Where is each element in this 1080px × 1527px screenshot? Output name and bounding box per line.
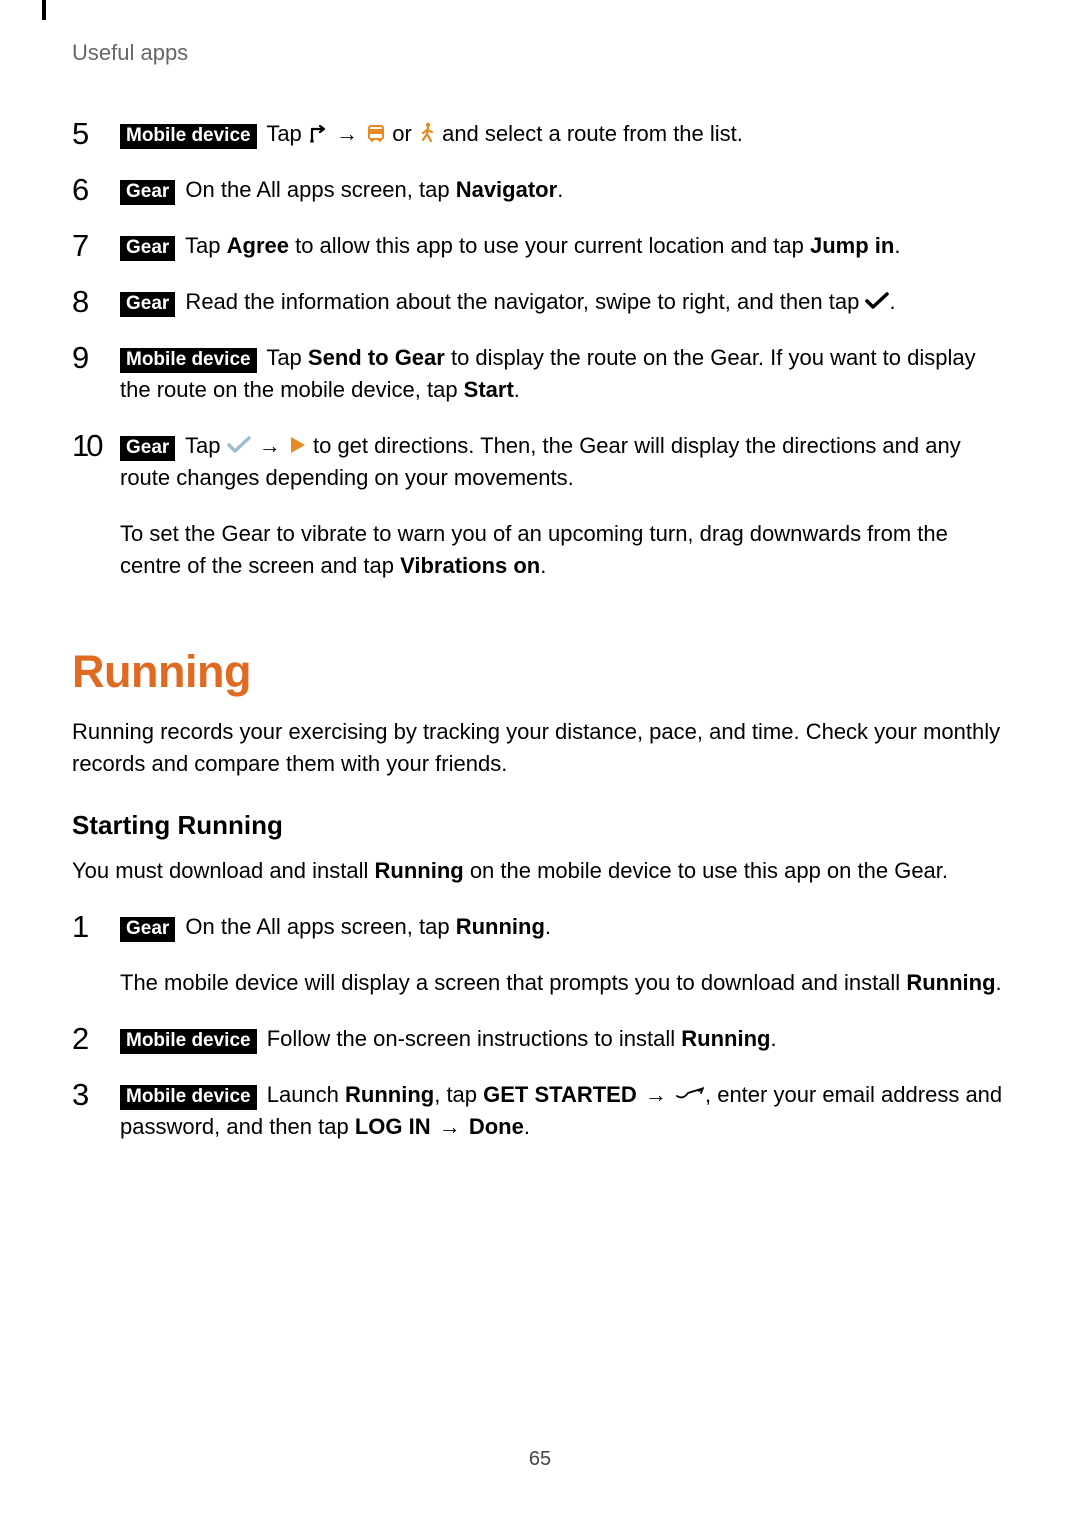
- starting-running-subhead: Starting Running: [72, 810, 1008, 841]
- step-number: 6: [72, 174, 120, 206]
- step-body: Mobile device Tap → or and select a rout…: [120, 118, 1008, 150]
- step-body: Gear On the All apps screen, tap Navigat…: [120, 174, 1008, 206]
- checkmark-icon: [865, 292, 889, 310]
- text: to allow this app to use your current lo…: [289, 233, 810, 258]
- play-icon: [289, 435, 307, 455]
- arrow-right: →: [336, 118, 358, 150]
- step-body: Mobile device Follow the on-screen instr…: [120, 1023, 1008, 1055]
- walking-person-icon: [418, 122, 436, 144]
- route-icon: [308, 123, 328, 143]
- text: Tap: [179, 433, 226, 458]
- gear-badge: Gear: [120, 436, 175, 461]
- mobile-device-badge: Mobile device: [120, 1085, 257, 1110]
- gear-badge: Gear: [120, 236, 175, 261]
- vibrations-on-label: Vibrations on: [400, 553, 540, 578]
- swoosh-check-icon: [675, 1086, 705, 1102]
- text: The mobile device will display a screen …: [120, 970, 906, 995]
- text: , tap: [434, 1082, 483, 1107]
- step-8: 8 Gear Read the information about the na…: [72, 286, 1008, 318]
- content-area: 5 Mobile device Tap → or and select a ro…: [72, 118, 1008, 1143]
- step-number: 9: [72, 342, 120, 374]
- navigator-label: Navigator: [456, 177, 557, 202]
- step-number: 2: [72, 1023, 120, 1055]
- gear-badge: Gear: [120, 917, 175, 942]
- step-body: Gear On the All apps screen, tap Running…: [120, 911, 1008, 943]
- running-label: Running: [906, 970, 995, 995]
- running-must-install: You must download and install Running on…: [72, 855, 1008, 887]
- text: on the mobile device to use this app on …: [464, 858, 948, 883]
- text: .: [514, 377, 520, 402]
- text: .: [540, 553, 546, 578]
- text: .: [524, 1114, 530, 1139]
- step-number: 10: [72, 430, 120, 462]
- arrow-right: →: [439, 1111, 461, 1143]
- running-label: Running: [375, 858, 464, 883]
- running-step-2: 2 Mobile device Follow the on-screen ins…: [72, 1023, 1008, 1055]
- running-step-1: 1 Gear On the All apps screen, tap Runni…: [72, 911, 1008, 943]
- text: Read the information about the navigator…: [179, 289, 865, 314]
- jump-in-label: Jump in: [810, 233, 894, 258]
- text: Tap: [261, 121, 308, 146]
- step-10-followup: To set the Gear to vibrate to warn you o…: [120, 518, 1008, 582]
- step-6: 6 Gear On the All apps screen, tap Navig…: [72, 174, 1008, 206]
- step-5: 5 Mobile device Tap → or and select a ro…: [72, 118, 1008, 150]
- text: .: [770, 1026, 776, 1051]
- step-10: 10 Gear Tap → to get directions. Then, t…: [72, 430, 1008, 494]
- running-step-3: 3 Mobile device Launch Running, tap GET …: [72, 1079, 1008, 1143]
- running-label: Running: [681, 1026, 770, 1051]
- text: .: [996, 970, 1002, 995]
- step-number: 3: [72, 1079, 120, 1111]
- text: Tap: [261, 345, 308, 370]
- mobile-device-badge: Mobile device: [120, 124, 257, 149]
- step-9: 9 Mobile device Tap Send to Gear to disp…: [72, 342, 1008, 406]
- gear-badge: Gear: [120, 180, 175, 205]
- step-body: Mobile device Launch Running, tap GET ST…: [120, 1079, 1008, 1143]
- running-intro: Running records your exercising by track…: [72, 716, 1008, 780]
- checkmark-blue-icon: [227, 436, 251, 454]
- step-number: 5: [72, 118, 120, 150]
- running-label: Running: [456, 914, 545, 939]
- running-step-1-followup: The mobile device will display a screen …: [120, 967, 1008, 999]
- send-to-gear-label: Send to Gear: [308, 345, 445, 370]
- step-body: Gear Tap Agree to allow this app to use …: [120, 230, 1008, 262]
- text: You must download and install: [72, 858, 375, 883]
- bus-icon: [366, 123, 386, 143]
- step-body: Mobile device Tap Send to Gear to displa…: [120, 342, 1008, 406]
- page: Useful apps 5 Mobile device Tap → or and…: [0, 0, 1080, 1527]
- text: On the All apps screen, tap: [179, 177, 455, 202]
- text: .: [889, 289, 895, 314]
- done-label: Done: [469, 1114, 524, 1139]
- text: Tap: [179, 233, 226, 258]
- step-number: 8: [72, 286, 120, 318]
- running-heading: Running: [72, 646, 1008, 698]
- header-border-accent: [42, 0, 46, 20]
- page-number: 65: [0, 1448, 1080, 1471]
- agree-label: Agree: [227, 233, 289, 258]
- text: .: [894, 233, 900, 258]
- mobile-device-badge: Mobile device: [120, 348, 257, 373]
- log-in-label: LOG IN: [355, 1114, 431, 1139]
- text: or: [386, 121, 418, 146]
- step-7: 7 Gear Tap Agree to allow this app to us…: [72, 230, 1008, 262]
- running-label: Running: [345, 1082, 434, 1107]
- step-body: Gear Tap → to get directions. Then, the …: [120, 430, 1008, 494]
- gear-badge: Gear: [120, 292, 175, 317]
- text: and select a route from the list.: [436, 121, 743, 146]
- page-section-header: Useful apps: [72, 40, 188, 66]
- step-number: 7: [72, 230, 120, 262]
- arrow-right: →: [645, 1079, 667, 1111]
- start-label: Start: [464, 377, 514, 402]
- step-body: Gear Read the information about the navi…: [120, 286, 1008, 318]
- text: Launch: [261, 1082, 345, 1107]
- text: .: [545, 914, 551, 939]
- mobile-device-badge: Mobile device: [120, 1029, 257, 1054]
- arrow-right: →: [259, 430, 281, 462]
- get-started-label: GET STARTED: [483, 1082, 637, 1107]
- step-number: 1: [72, 911, 120, 943]
- text: .: [557, 177, 563, 202]
- text: Follow the on-screen instructions to ins…: [261, 1026, 682, 1051]
- text: On the All apps screen, tap: [179, 914, 455, 939]
